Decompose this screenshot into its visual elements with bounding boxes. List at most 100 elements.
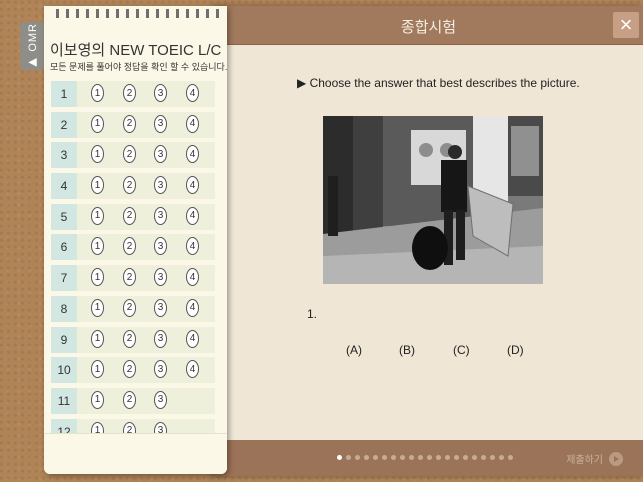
page-dot[interactable] xyxy=(337,455,342,460)
close-button[interactable]: × xyxy=(613,12,639,38)
omr-answer-bubble[interactable]: 1 xyxy=(91,390,104,409)
omr-row-options: 1234 xyxy=(77,142,215,169)
omr-row: 11 1 2 3 xyxy=(51,387,215,414)
omr-answer-bubble[interactable]: 3 xyxy=(154,176,167,195)
page-dot[interactable] xyxy=(472,455,477,460)
omr-answer-bubble[interactable]: 2 xyxy=(123,298,136,317)
omr-answer-sheet: 이보영의 NEW TOEIC L/C 모든 문제를 풀어야 정답을 확인 할 수… xyxy=(44,6,227,474)
omr-answer-bubble[interactable]: 2 xyxy=(123,206,136,225)
omr-row: 51234 xyxy=(51,203,215,230)
page-dot[interactable] xyxy=(436,455,441,460)
choice-a[interactable]: (A) xyxy=(346,343,362,357)
page-dot[interactable] xyxy=(418,455,423,460)
omr-row-options: 1234 xyxy=(77,111,215,138)
omr-bottom xyxy=(44,433,227,474)
omr-answer-bubble[interactable]: 1 xyxy=(91,268,104,287)
omr-answer-bubble[interactable]: 1 xyxy=(91,360,104,379)
omr-answer-bubble[interactable]: 1 xyxy=(91,237,104,256)
page-dot[interactable] xyxy=(490,455,495,460)
page-dot[interactable] xyxy=(409,455,414,460)
omr-row-options: 1 2 3 xyxy=(77,418,215,433)
omr-subtitle: 모든 문제를 풀어야 정답을 확인 할 수 있습니다. xyxy=(50,62,227,72)
omr-answer-bubble[interactable]: 4 xyxy=(186,329,199,348)
choice-c[interactable]: (C) xyxy=(453,343,470,357)
omr-row-options: 1234 xyxy=(77,326,215,353)
omr-row: 71234 xyxy=(51,265,215,292)
omr-answer-bubble[interactable]: 3 xyxy=(154,329,167,348)
omr-row-options: 1234 xyxy=(77,203,215,230)
omr-answer-bubble[interactable]: 1 xyxy=(91,176,104,195)
page-dot[interactable] xyxy=(454,455,459,460)
page-dot[interactable] xyxy=(499,455,504,460)
omr-answer-bubble[interactable]: 3 xyxy=(154,390,167,409)
page-dot[interactable] xyxy=(400,455,405,460)
omr-row-options: 1234 xyxy=(77,357,215,384)
omr-answer-bubble[interactable]: 1 xyxy=(91,145,104,164)
omr-answer-bubble[interactable]: 4 xyxy=(186,145,199,164)
page-dot[interactable] xyxy=(355,455,360,460)
page-dot[interactable] xyxy=(346,455,351,460)
omr-row: 41234 xyxy=(51,173,215,200)
omr-row: 10 1 2 3 4 xyxy=(51,357,215,384)
page-dot[interactable] xyxy=(463,455,468,460)
omr-answer-bubble[interactable]: 2 xyxy=(123,84,136,102)
omr-answer-bubble[interactable]: 2 xyxy=(123,237,136,256)
omr-answer-bubble[interactable]: 2 xyxy=(123,268,136,287)
omr-row-number: 7 xyxy=(51,265,77,292)
close-icon: × xyxy=(619,12,633,37)
omr-answer-bubble[interactable]: 1 xyxy=(91,84,104,102)
omr-answer-bubble[interactable]: 2 xyxy=(123,390,136,409)
page-dot[interactable] xyxy=(481,455,486,460)
choice-d[interactable]: (D) xyxy=(507,343,524,357)
omr-answer-bubble[interactable]: 2 xyxy=(123,421,136,433)
omr-answer-bubble[interactable]: 3 xyxy=(154,114,167,133)
omr-answer-bubble[interactable]: 3 xyxy=(154,421,167,433)
page-dot[interactable] xyxy=(445,455,450,460)
page-dot[interactable] xyxy=(373,455,378,460)
omr-rows[interactable]: 1123421234312344123451234612347123481234… xyxy=(51,81,215,433)
exam-header: 종합시험 × xyxy=(214,6,643,45)
omr-answer-bubble[interactable]: 3 xyxy=(154,237,167,256)
omr-answer-bubble[interactable]: 4 xyxy=(186,114,199,133)
page-dot[interactable] xyxy=(508,455,513,460)
omr-row: 12 1 2 3 xyxy=(51,418,215,433)
omr-row-number: 12 xyxy=(51,418,77,433)
omr-answer-bubble[interactable]: 1 xyxy=(91,421,104,433)
page-dot[interactable] xyxy=(391,455,396,460)
omr-answer-bubble[interactable]: 4 xyxy=(186,268,199,287)
notebook-spiral xyxy=(56,9,221,18)
page-dot[interactable] xyxy=(427,455,432,460)
omr-answer-bubble[interactable]: 1 xyxy=(91,298,104,317)
submit-button[interactable]: 제출하기 xyxy=(566,451,623,466)
omr-answer-bubble[interactable]: 4 xyxy=(186,360,199,379)
omr-row-number: 5 xyxy=(51,203,77,230)
omr-row: 91234 xyxy=(51,326,215,353)
omr-answer-bubble[interactable]: 2 xyxy=(123,114,136,133)
omr-row: 11 23 4 xyxy=(51,81,215,107)
omr-answer-bubble[interactable]: 2 xyxy=(123,145,136,164)
omr-answer-bubble[interactable]: 1 xyxy=(91,329,104,348)
omr-row-options: 1 23 4 xyxy=(77,81,215,107)
page-dot[interactable] xyxy=(382,455,387,460)
omr-answer-bubble[interactable]: 4 xyxy=(186,237,199,256)
omr-answer-bubble[interactable]: 2 xyxy=(123,176,136,195)
omr-answer-bubble[interactable]: 3 xyxy=(154,145,167,164)
omr-answer-bubble[interactable]: 3 xyxy=(154,298,167,317)
omr-row-options: 1234 xyxy=(77,295,215,322)
omr-answer-bubble[interactable]: 4 xyxy=(186,84,199,102)
omr-answer-bubble[interactable]: 4 xyxy=(186,298,199,317)
omr-answer-bubble[interactable]: 1 xyxy=(91,114,104,133)
omr-answer-bubble[interactable]: 4 xyxy=(186,176,199,195)
omr-answer-bubble[interactable]: 1 xyxy=(91,206,104,225)
omr-answer-bubble[interactable]: 3 xyxy=(154,206,167,225)
omr-answer-bubble[interactable]: 3 xyxy=(154,84,167,102)
omr-answer-bubble[interactable]: 3 xyxy=(154,268,167,287)
omr-answer-bubble[interactable]: 4 xyxy=(186,206,199,225)
omr-answer-bubble[interactable]: 2 xyxy=(123,329,136,348)
page-dot[interactable] xyxy=(364,455,369,460)
page-indicator xyxy=(337,455,513,460)
omr-answer-bubble[interactable]: 2 xyxy=(123,360,136,379)
choice-b[interactable]: (B) xyxy=(399,343,415,357)
omr-toggle-tab[interactable]: ▶ OMR xyxy=(20,22,44,70)
omr-answer-bubble[interactable]: 3 xyxy=(154,360,167,379)
